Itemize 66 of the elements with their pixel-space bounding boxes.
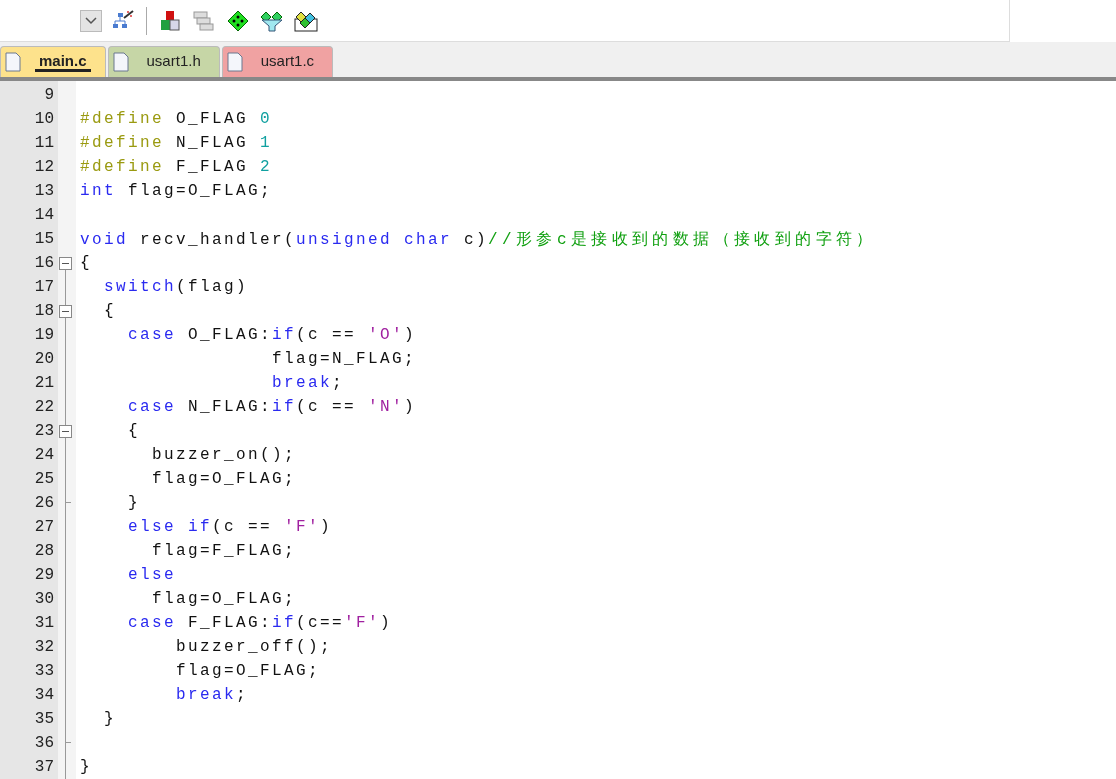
code-line: case N_FLAG:if(c == 'N')	[127, 398, 417, 416]
code-line: buzzer_off();	[175, 638, 333, 656]
line-number: 37	[33, 758, 54, 776]
code-line: flag=O_FLAG;	[151, 470, 297, 488]
line-number: 10	[33, 110, 54, 128]
code-line: break;	[175, 686, 249, 704]
code-line: flag=O_FLAG;	[151, 590, 297, 608]
code-line: else	[127, 566, 176, 584]
document-icon	[112, 52, 129, 72]
code-line: flag=N_FLAG;	[271, 350, 417, 368]
line-number: 25	[33, 470, 54, 488]
line-number: 20	[33, 350, 54, 368]
document-icon	[5, 52, 21, 72]
code-line: #define F_FLAG 2	[80, 158, 273, 176]
line-number: 14	[33, 206, 54, 224]
file-tab[interactable]: usart1.c	[221, 46, 334, 77]
code-line: else if(c == 'F')	[127, 518, 333, 536]
line-number: 30	[33, 590, 54, 608]
file-tab[interactable]: usart1.h	[107, 46, 220, 77]
line-number: 11	[33, 134, 54, 152]
line-number: 32	[33, 638, 54, 656]
code-line: case F_FLAG:if(c=='F')	[127, 614, 393, 632]
code-line: buzzer_on();	[151, 446, 297, 464]
line-number: 27	[33, 518, 54, 536]
line-number: 9	[43, 86, 54, 104]
line-number: 21	[33, 374, 54, 392]
line-number: 15	[33, 230, 54, 248]
line-number: 17	[33, 278, 54, 296]
dropdown-button[interactable]	[80, 9, 102, 32]
fold-toggle[interactable]	[59, 257, 72, 270]
line-number: 16	[33, 254, 54, 272]
code-line: switch(flag)	[103, 278, 249, 296]
fold-toggle[interactable]	[59, 425, 72, 438]
line-number: 36	[33, 734, 54, 752]
code-line: {	[80, 254, 92, 272]
line-number: 19	[33, 326, 54, 344]
fold-toggle[interactable]	[59, 305, 72, 318]
code-line: flag=O_FLAG;	[175, 662, 321, 680]
code-line: int flag=O_FLAG;	[80, 182, 273, 200]
line-number: 23	[33, 422, 54, 440]
caret-icon	[85, 16, 97, 25]
line-number: 35	[33, 710, 54, 728]
line-number: 13	[33, 182, 54, 200]
code-line: {	[103, 302, 116, 320]
line-number: 31	[33, 614, 54, 632]
code-line: #define N_FLAG 1	[80, 134, 273, 152]
line-number: 24	[33, 446, 54, 464]
code-line: }	[80, 758, 92, 776]
code-line: #define O_FLAG 0	[80, 110, 273, 128]
code-line: case O_FLAG:if(c == 'O')	[127, 326, 417, 344]
line-number: 29	[33, 566, 54, 584]
line-number: 28	[33, 542, 54, 560]
code-line: {	[127, 422, 140, 440]
line-number: 18	[33, 302, 54, 320]
line-number: 34	[33, 686, 54, 704]
code-line: }	[127, 494, 140, 512]
code-line: flag=F_FLAG;	[151, 542, 297, 560]
document-icon	[226, 52, 243, 72]
line-number: 22	[33, 398, 54, 416]
code-line: break;	[271, 374, 345, 392]
file-tab[interactable]: main.c	[0, 46, 106, 77]
line-number: 33	[33, 662, 54, 680]
line-number: 12	[33, 158, 54, 176]
code-line: }	[103, 710, 116, 728]
line-number: 26	[33, 494, 54, 512]
code-line: void recv_handler(unsigned char c)//形参c是接收到的数据（接收到的字符）	[80, 229, 877, 250]
